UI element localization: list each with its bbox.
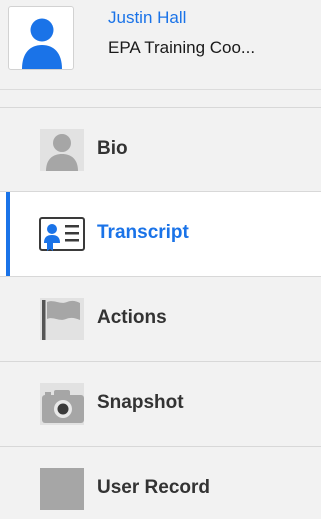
record-icon — [38, 468, 88, 510]
nav-item-user-record[interactable]: User Record — [0, 447, 321, 519]
transcript-icon — [38, 213, 88, 255]
profile-name[interactable]: Justin Hall — [108, 8, 186, 28]
profile-header: Justin Hall EPA Training Coo... — [0, 0, 321, 90]
nav-item-snapshot[interactable]: Snapshot — [0, 362, 321, 447]
camera-icon — [38, 383, 88, 425]
nav-item-transcript[interactable]: Transcript — [0, 192, 321, 277]
nav-item-bio[interactable]: Bio — [0, 108, 321, 192]
nav-label-user-record: User Record — [97, 477, 210, 498]
profile-nav-panel: Justin Hall EPA Training Coo... Bio Tran… — [0, 0, 321, 519]
user-avatar-icon — [22, 18, 62, 69]
avatar[interactable] — [8, 6, 74, 70]
nav-label-actions: Actions — [97, 307, 167, 328]
nav-label-bio: Bio — [97, 138, 128, 159]
profile-role: EPA Training Coo... — [108, 38, 256, 57]
flag-icon — [38, 298, 88, 340]
side-nav: Bio Transcript Actions Snapshot User Rec… — [0, 108, 321, 519]
person-icon — [38, 129, 88, 171]
nav-item-actions[interactable]: Actions — [0, 277, 321, 362]
nav-label-snapshot: Snapshot — [97, 392, 184, 413]
nav-label-transcript: Transcript — [97, 222, 189, 243]
